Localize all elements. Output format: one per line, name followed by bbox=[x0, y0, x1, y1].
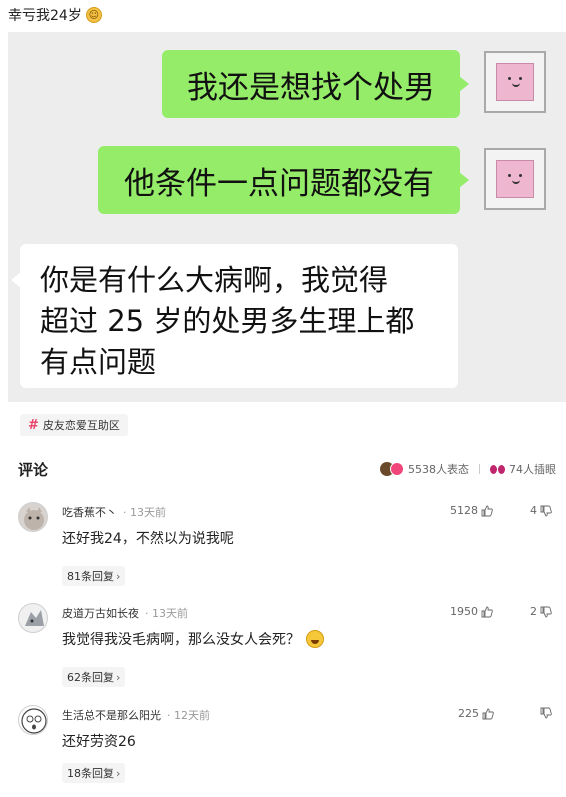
laughing-emoji-icon: ☺ bbox=[85, 7, 102, 23]
chat-bubble-right-2: 他条件一点问题都没有 bbox=[98, 146, 469, 214]
view-replies-button[interactable]: 62条回复 › bbox=[62, 667, 126, 687]
watchers-count[interactable]: 74人插眼 bbox=[509, 461, 556, 477]
username-text[interactable]: 吃香蕉不丶 bbox=[62, 506, 117, 519]
view-replies-button[interactable]: 81条回复 › bbox=[62, 566, 126, 586]
comment-text: 还好劳资26 bbox=[62, 731, 136, 751]
divider bbox=[479, 464, 480, 474]
comment-username[interactable]: 生活总不是那么阳光 · 12天前 bbox=[62, 707, 210, 723]
username-text[interactable]: 皮道万古如长夜 bbox=[62, 607, 139, 620]
thumbs-up-icon bbox=[481, 505, 493, 516]
comment-text-content: 还好劳资26 bbox=[62, 734, 136, 750]
chat-message-line: 有点问题 bbox=[40, 345, 157, 379]
dislike-count: 4 bbox=[530, 504, 537, 517]
hashtag-icon: # bbox=[28, 417, 39, 433]
topic-tag[interactable]: # 皮友恋爱互助区 bbox=[20, 414, 128, 436]
comment-time: · 12天前 bbox=[167, 709, 210, 722]
chat-message-text: 他条件一点问题都没有 bbox=[124, 165, 434, 202]
chat-message-text: 我还是想找个处男 bbox=[187, 69, 435, 106]
eyes-icon bbox=[490, 464, 505, 474]
comment-text-content: 还好我24，不然以为说我呢 bbox=[62, 531, 234, 547]
user-avatar[interactable] bbox=[18, 502, 48, 532]
reaction-avatars-icon bbox=[380, 462, 404, 476]
comment-time: · 13天前 bbox=[145, 607, 188, 620]
view-replies-button[interactable]: 18条回复 › bbox=[62, 763, 126, 783]
comment-text-content: 我觉得我没毛病啊，那么没女人会死？ bbox=[62, 632, 300, 648]
comment-stats: 5538人表态 74人插眼 bbox=[380, 461, 556, 477]
post-title-text: 幸亏我24岁 bbox=[8, 8, 82, 24]
comment-text: 还好我24，不然以为说我呢 bbox=[62, 528, 234, 548]
chat-screenshot-image: 我还是想找个处男 他条件一点问题都没有 你是有什么大病啊，我觉得 超过 25 岁… bbox=[8, 32, 566, 402]
chat-message-line: 你是有什么大病啊，我觉得 bbox=[40, 263, 389, 297]
user-avatar[interactable] bbox=[18, 705, 48, 735]
chevron-right-icon: › bbox=[116, 570, 121, 583]
chevron-right-icon: › bbox=[116, 767, 121, 780]
thumbs-up-icon bbox=[481, 606, 493, 617]
chat-avatar-icon bbox=[484, 148, 546, 210]
comment-text: 我觉得我没毛病啊，那么没女人会死？ bbox=[62, 629, 324, 649]
replies-count: 62条回复 bbox=[67, 671, 114, 684]
like-button[interactable]: 225 bbox=[458, 707, 494, 720]
thumbs-down-icon bbox=[540, 606, 552, 617]
post-title: 幸亏我24岁 ☺ bbox=[8, 4, 102, 26]
laughing-emoji-icon bbox=[306, 630, 324, 648]
thumbs-down-icon bbox=[540, 707, 552, 719]
chat-bubble-right-1: 我还是想找个处男 bbox=[162, 50, 469, 118]
comments-header: 评论 5538人表态 74人插眼 bbox=[18, 457, 556, 481]
thumbs-up-icon bbox=[482, 708, 494, 719]
comment-item: 皮道万古如长夜 · 13天前 1950 2 我觉得我没毛病啊，那么没女人会死？ 6… bbox=[18, 603, 558, 687]
dislike-button[interactable]: 4 bbox=[530, 504, 552, 517]
comment-time: · 13天前 bbox=[123, 506, 166, 519]
like-count: 225 bbox=[458, 707, 479, 720]
comment-username[interactable]: 皮道万古如长夜 · 13天前 bbox=[62, 605, 188, 621]
dislike-button[interactable]: 2 bbox=[530, 605, 552, 618]
like-count: 5128 bbox=[450, 504, 478, 517]
comment-time-text: 13天前 bbox=[152, 607, 188, 620]
like-button[interactable]: 1950 bbox=[450, 605, 493, 618]
username-text[interactable]: 生活总不是那么阳光 bbox=[62, 709, 161, 722]
comment-time-text: 12天前 bbox=[174, 709, 210, 722]
replies-count: 18条回复 bbox=[67, 767, 114, 780]
chat-avatar-icon bbox=[484, 51, 546, 113]
comment-username[interactable]: 吃香蕉不丶 · 13天前 bbox=[62, 504, 166, 520]
user-avatar[interactable] bbox=[18, 603, 48, 633]
comment-time-text: 13天前 bbox=[130, 506, 166, 519]
dislike-button[interactable] bbox=[537, 707, 552, 719]
reactions-count[interactable]: 5538人表态 bbox=[408, 461, 469, 477]
topic-tag-label: 皮友恋爱互助区 bbox=[42, 419, 120, 432]
comment-item: 生活总不是那么阳光 · 12天前 225 还好劳资26 18条回复 › bbox=[18, 705, 558, 785]
like-button[interactable]: 5128 bbox=[450, 504, 493, 517]
comment-item: 吃香蕉不丶 · 13天前 5128 4 还好我24，不然以为说我呢 81条回复 › bbox=[18, 502, 558, 586]
replies-count: 81条回复 bbox=[67, 570, 114, 583]
dislike-count: 2 bbox=[530, 605, 537, 618]
like-count: 1950 bbox=[450, 605, 478, 618]
comments-title: 评论 bbox=[18, 460, 49, 479]
chevron-right-icon: › bbox=[116, 671, 121, 684]
chat-bubble-left: 你是有什么大病啊，我觉得 超过 25 岁的处男多生理上都 有点问题 bbox=[11, 244, 458, 388]
thumbs-down-icon bbox=[540, 505, 552, 516]
chat-message-line: 超过 25 岁的处男多生理上都 bbox=[40, 304, 415, 338]
